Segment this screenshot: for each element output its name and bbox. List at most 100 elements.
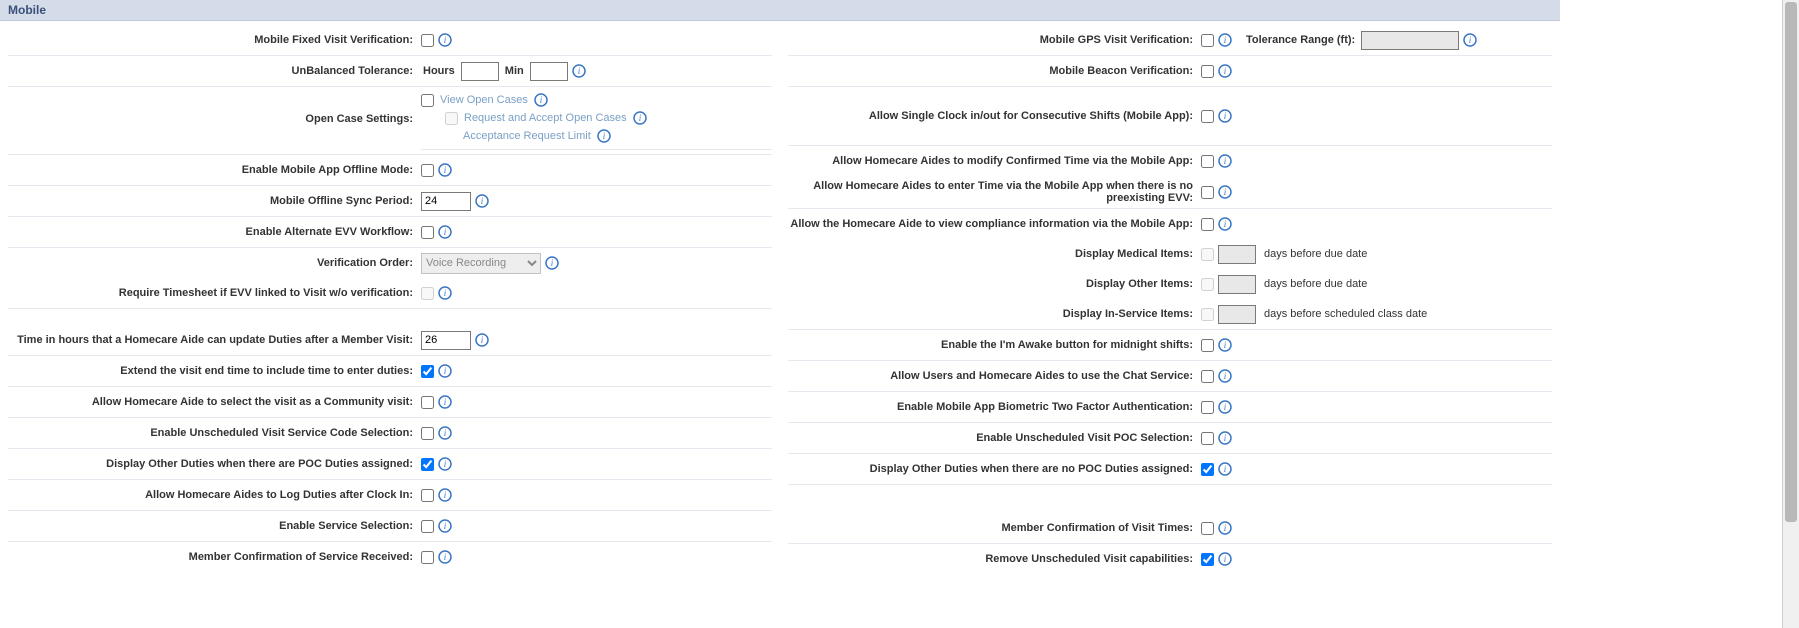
checkbox-modify-confirmed[interactable] — [1201, 155, 1214, 168]
label-unsched-poc: Enable Unscheduled Visit POC Selection: — [788, 432, 1201, 444]
label-offline-sync: Mobile Offline Sync Period: — [8, 195, 421, 207]
checkbox-beacon[interactable] — [1201, 65, 1214, 78]
label-member-conf-service: Member Confirmation of Service Received: — [8, 551, 421, 563]
info-icon[interactable]: i — [475, 194, 489, 208]
info-icon[interactable]: i — [1218, 400, 1232, 414]
label-chat-service: Allow Users and Homecare Aides to use th… — [788, 370, 1201, 382]
label-require-timesheet: Require Timesheet if EVV linked to Visit… — [8, 287, 421, 299]
label-im-awake: Enable the I'm Awake button for midnight… — [788, 339, 1201, 351]
select-verification-order: Voice Recording — [421, 253, 541, 274]
info-icon[interactable]: i — [1218, 462, 1232, 476]
checkbox-display-other-no-poc[interactable] — [1201, 463, 1214, 476]
label-display-inservice: Display In-Service Items: — [788, 308, 1201, 320]
checkbox-display-other-poc[interactable] — [421, 458, 434, 471]
info-icon[interactable]: i — [597, 129, 611, 143]
info-icon[interactable]: i — [438, 457, 452, 471]
input-display-medical-days — [1218, 245, 1256, 264]
label-unbalanced-tolerance: UnBalanced Tolerance: — [8, 65, 421, 77]
label-modify-confirmed: Allow Homecare Aides to modify Confirmed… — [788, 155, 1201, 167]
info-icon[interactable]: i — [1218, 552, 1232, 566]
checkbox-enter-time-no-evv[interactable] — [1201, 186, 1214, 199]
info-icon[interactable]: i — [475, 333, 489, 347]
info-icon[interactable]: i — [1218, 338, 1232, 352]
info-icon[interactable]: i — [438, 426, 452, 440]
checkbox-display-inservice — [1201, 308, 1214, 321]
label-log-duties-clockin: Allow Homecare Aides to Log Duties after… — [8, 489, 421, 501]
checkbox-chat-service[interactable] — [1201, 370, 1214, 383]
checkbox-display-other — [1201, 278, 1214, 291]
input-offline-sync[interactable] — [421, 192, 471, 211]
checkbox-biometric-2fa[interactable] — [1201, 401, 1214, 414]
label-view-compliance: Allow the Homecare Aide to view complian… — [788, 218, 1201, 230]
link-view-open-cases: View Open Cases — [440, 94, 528, 106]
checkbox-member-conf-service[interactable] — [421, 551, 434, 564]
checkbox-view-compliance[interactable] — [1201, 218, 1214, 231]
label-enable-offline: Enable Mobile App Offline Mode: — [8, 164, 421, 176]
checkbox-enable-offline[interactable] — [421, 164, 434, 177]
label-display-other-no-poc: Display Other Duties when there are no P… — [788, 463, 1201, 475]
scrollbar[interactable] — [1782, 0, 1799, 628]
input-display-other-days — [1218, 275, 1256, 294]
info-icon[interactable]: i — [438, 33, 452, 47]
checkbox-view-open-cases[interactable] — [421, 94, 434, 107]
link-acceptance-limit: Acceptance Request Limit — [463, 130, 591, 142]
info-icon[interactable]: i — [572, 64, 586, 78]
checkbox-community-visit[interactable] — [421, 396, 434, 409]
input-time-hours[interactable] — [421, 331, 471, 350]
suffix-days-class: days before scheduled class date — [1264, 308, 1427, 320]
info-icon[interactable]: i — [438, 550, 452, 564]
label-biometric-2fa: Enable Mobile App Biometric Two Factor A… — [788, 401, 1201, 413]
label-single-clock: Allow Single Clock in/out for Consecutiv… — [788, 110, 1201, 122]
info-icon[interactable]: i — [633, 111, 647, 125]
info-icon[interactable]: i — [1218, 431, 1232, 445]
info-icon[interactable]: i — [438, 364, 452, 378]
label-display-other-poc: Display Other Duties when there are POC … — [8, 458, 421, 470]
checkbox-im-awake[interactable] — [1201, 339, 1214, 352]
info-icon[interactable]: i — [1218, 64, 1232, 78]
label-display-other: Display Other Items: — [788, 278, 1201, 290]
label-fixed-visit: Mobile Fixed Visit Verification: — [8, 34, 421, 46]
info-icon[interactable]: i — [1218, 369, 1232, 383]
info-icon[interactable]: i — [1218, 217, 1232, 231]
info-icon[interactable]: i — [1218, 521, 1232, 535]
checkbox-member-conf-times[interactable] — [1201, 522, 1214, 535]
label-beacon: Mobile Beacon Verification: — [788, 65, 1201, 77]
section-header: Mobile — [0, 0, 1560, 21]
info-icon[interactable]: i — [1218, 185, 1232, 199]
label-member-conf-times: Member Confirmation of Visit Times: — [788, 522, 1201, 534]
info-icon[interactable]: i — [438, 519, 452, 533]
info-icon[interactable]: i — [1218, 33, 1232, 47]
info-icon[interactable]: i — [438, 163, 452, 177]
checkbox-unsched-service-code[interactable] — [421, 427, 434, 440]
info-icon[interactable]: i — [1218, 109, 1232, 123]
checkbox-enable-alt-evv[interactable] — [421, 226, 434, 239]
checkbox-fixed-visit[interactable] — [421, 34, 434, 47]
info-icon[interactable]: i — [534, 93, 548, 107]
min-input[interactable] — [530, 62, 568, 81]
label-enter-time-no-evv: Allow Homecare Aides to enter Time via t… — [788, 180, 1201, 204]
info-icon[interactable]: i — [438, 395, 452, 409]
checkbox-require-timesheet — [421, 287, 434, 300]
label-gps-visit: Mobile GPS Visit Verification: — [788, 34, 1201, 46]
checkbox-log-duties-clockin[interactable] — [421, 489, 434, 502]
checkbox-enable-service-sel[interactable] — [421, 520, 434, 533]
min-label: Min — [505, 65, 524, 77]
info-icon[interactable]: i — [438, 286, 452, 300]
info-icon[interactable]: i — [1218, 154, 1232, 168]
checkbox-unsched-poc[interactable] — [1201, 432, 1214, 445]
info-icon[interactable]: i — [1463, 33, 1477, 47]
label-extend-visit-end: Extend the visit end time to include tim… — [8, 365, 421, 377]
checkbox-single-clock[interactable] — [1201, 110, 1214, 123]
info-icon[interactable]: i — [438, 225, 452, 239]
info-icon[interactable]: i — [545, 256, 559, 270]
info-icon[interactable]: i — [438, 488, 452, 502]
checkbox-remove-unsched[interactable] — [1201, 553, 1214, 566]
suffix-days-due-2: days before due date — [1264, 278, 1367, 290]
label-tolerance-range: Tolerance Range (ft): — [1246, 34, 1355, 46]
checkbox-extend-visit-end[interactable] — [421, 365, 434, 378]
hours-input[interactable] — [461, 62, 499, 81]
checkbox-gps-visit[interactable] — [1201, 34, 1214, 47]
input-tolerance-range — [1361, 31, 1459, 50]
hours-label: Hours — [423, 65, 455, 77]
scrollbar-thumb[interactable] — [1785, 2, 1797, 522]
